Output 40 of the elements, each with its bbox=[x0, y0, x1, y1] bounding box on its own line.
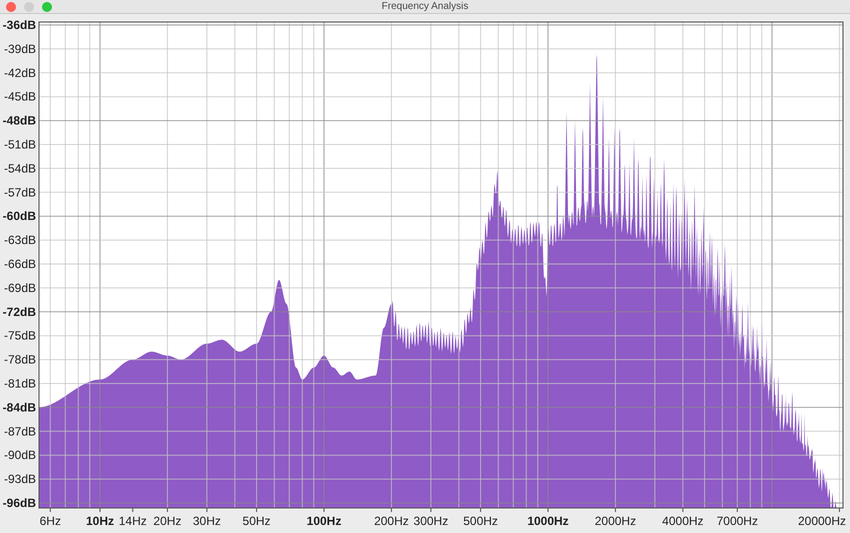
x-axis-label: 300Hz bbox=[414, 514, 448, 528]
x-axis-label: 7000Hz bbox=[716, 514, 758, 528]
y-axis-label: -96dB bbox=[2, 496, 36, 510]
x-axis-label: 10Hz bbox=[86, 514, 114, 528]
y-axis-label: -57dB bbox=[4, 185, 36, 200]
x-axis-label: 500Hz bbox=[463, 514, 498, 528]
x-axis-label: 4000Hz bbox=[662, 514, 704, 528]
x-axis-label: 100Hz bbox=[306, 514, 342, 528]
minimize-button[interactable] bbox=[24, 2, 34, 12]
y-axis-label: -60dB bbox=[2, 209, 36, 224]
x-axis-label: 2000Hz bbox=[594, 514, 636, 528]
y-axis-label: -75dB bbox=[4, 328, 36, 343]
y-axis-label: -81dB bbox=[4, 376, 36, 390]
y-axis-label: -54dB bbox=[4, 161, 36, 176]
x-axis-label: 14Hz bbox=[118, 514, 147, 528]
x-axis-label: 30Hz bbox=[192, 514, 221, 528]
y-axis-label: -51dB bbox=[4, 138, 36, 152]
y-axis-label: -36dB bbox=[2, 18, 36, 32]
x-axis-label: 1000Hz bbox=[527, 514, 569, 528]
x-axis-label: 200Hz bbox=[374, 514, 409, 528]
y-axis-label: -72dB bbox=[2, 304, 36, 319]
close-button[interactable] bbox=[6, 2, 16, 12]
x-axis-label: 20000Hz bbox=[798, 514, 846, 528]
y-axis-label: -78dB bbox=[4, 352, 36, 367]
x-axis-label: 50Hz bbox=[242, 514, 271, 528]
y-axis-label: -69dB bbox=[4, 280, 36, 295]
y-axis-label: -63dB bbox=[4, 233, 36, 248]
y-axis-label: -87dB bbox=[4, 424, 36, 438]
y-axis-label: -84dB bbox=[2, 400, 36, 414]
y-axis-label: -39dB bbox=[4, 42, 36, 56]
window-title: Frequency Analysis bbox=[382, 2, 468, 12]
y-axis-label: -66dB bbox=[4, 257, 36, 271]
y-axis-label: -42dB bbox=[4, 66, 36, 80]
x-axis-label: 6Hz bbox=[40, 514, 61, 528]
y-axis-label: -48dB bbox=[2, 114, 36, 128]
y-axis-label: -90dB bbox=[4, 448, 36, 462]
y-axis-label: -45dB bbox=[4, 90, 36, 104]
zoom-button[interactable] bbox=[42, 2, 52, 12]
y-axis-label: -93dB bbox=[4, 472, 36, 486]
x-axis-label: 20Hz bbox=[153, 514, 182, 528]
